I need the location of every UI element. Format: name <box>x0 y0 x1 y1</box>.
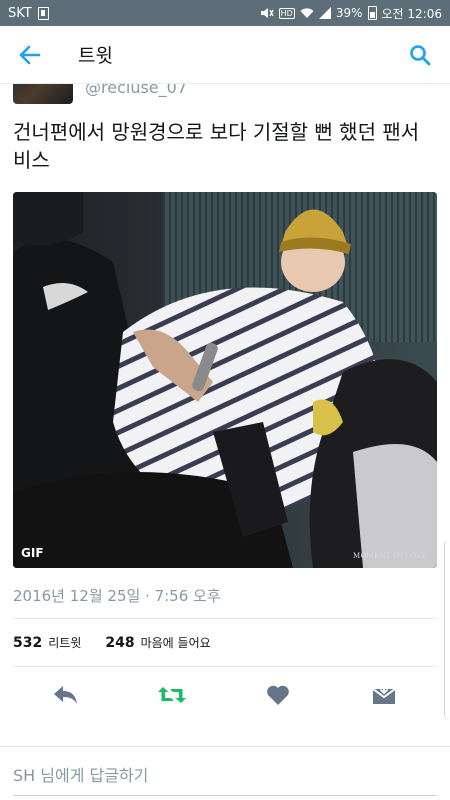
scroll-edge <box>444 540 450 720</box>
tweet-media-gif[interactable]: GIF MOMENT IN LOVE <box>13 192 437 568</box>
tweet-stats: 532 리트윗 248 마음에 들어요 <box>13 634 211 651</box>
tweet-actions <box>13 676 437 714</box>
status-bar: SKT HD 39% 오전 12:06 <box>0 0 450 26</box>
like-label[interactable]: 마음에 들어요 <box>141 634 211 651</box>
carrier-label: SKT <box>8 5 32 21</box>
retweet-count[interactable]: 532 <box>13 635 42 651</box>
page-title: 트윗 <box>78 45 113 67</box>
divider <box>13 666 437 667</box>
tweet-timestamp: 2016년 12월 25일 · 7:56 오후 <box>13 587 221 605</box>
gif-badge: GIF <box>21 546 44 560</box>
battery-icon <box>367 6 377 20</box>
message-icon <box>372 684 396 704</box>
search-button[interactable] <box>390 26 450 84</box>
status-right: HD 39% 오전 12:06 <box>260 5 442 22</box>
reply-input[interactable]: SH 님에게 답글하기 <box>13 762 148 786</box>
reply-input-underline <box>13 795 437 796</box>
back-button[interactable] <box>0 26 60 84</box>
reply-separator <box>0 746 450 747</box>
media-image <box>13 192 437 568</box>
direct-message-button[interactable] <box>364 678 404 712</box>
author-handle[interactable]: @recluse_07 <box>85 84 187 97</box>
wifi-icon <box>300 8 314 18</box>
arrow-left-icon <box>19 45 41 64</box>
battery-percent: 39% <box>335 6 363 20</box>
hd-badge: HD <box>278 7 295 19</box>
divider <box>13 618 437 619</box>
retweet-label[interactable]: 리트윗 <box>48 634 81 651</box>
status-left: SKT <box>8 6 49 21</box>
reply-icon <box>54 686 77 704</box>
reply-button[interactable] <box>46 678 86 712</box>
heart-icon <box>267 685 289 705</box>
like-count[interactable]: 248 <box>105 635 134 651</box>
app-header: 트윗 <box>0 26 450 84</box>
like-button[interactable] <box>258 678 298 712</box>
clock: 오전 12:06 <box>381 6 442 21</box>
author-row[interactable]: @recluse_07 <box>13 84 433 106</box>
tweet-text: 건너편에서 망원경으로 보다 기절할 뻔 했던 팬서비스 <box>13 120 420 172</box>
retweet-icon <box>158 687 186 703</box>
mute-icon <box>260 8 274 18</box>
retweet-button[interactable] <box>152 678 192 712</box>
search-icon <box>410 44 431 65</box>
media-watermark: MOMENT IN LOVE <box>353 552 427 560</box>
signal-icon <box>318 7 331 19</box>
avatar[interactable] <box>13 84 73 104</box>
sim-icon <box>37 6 49 20</box>
